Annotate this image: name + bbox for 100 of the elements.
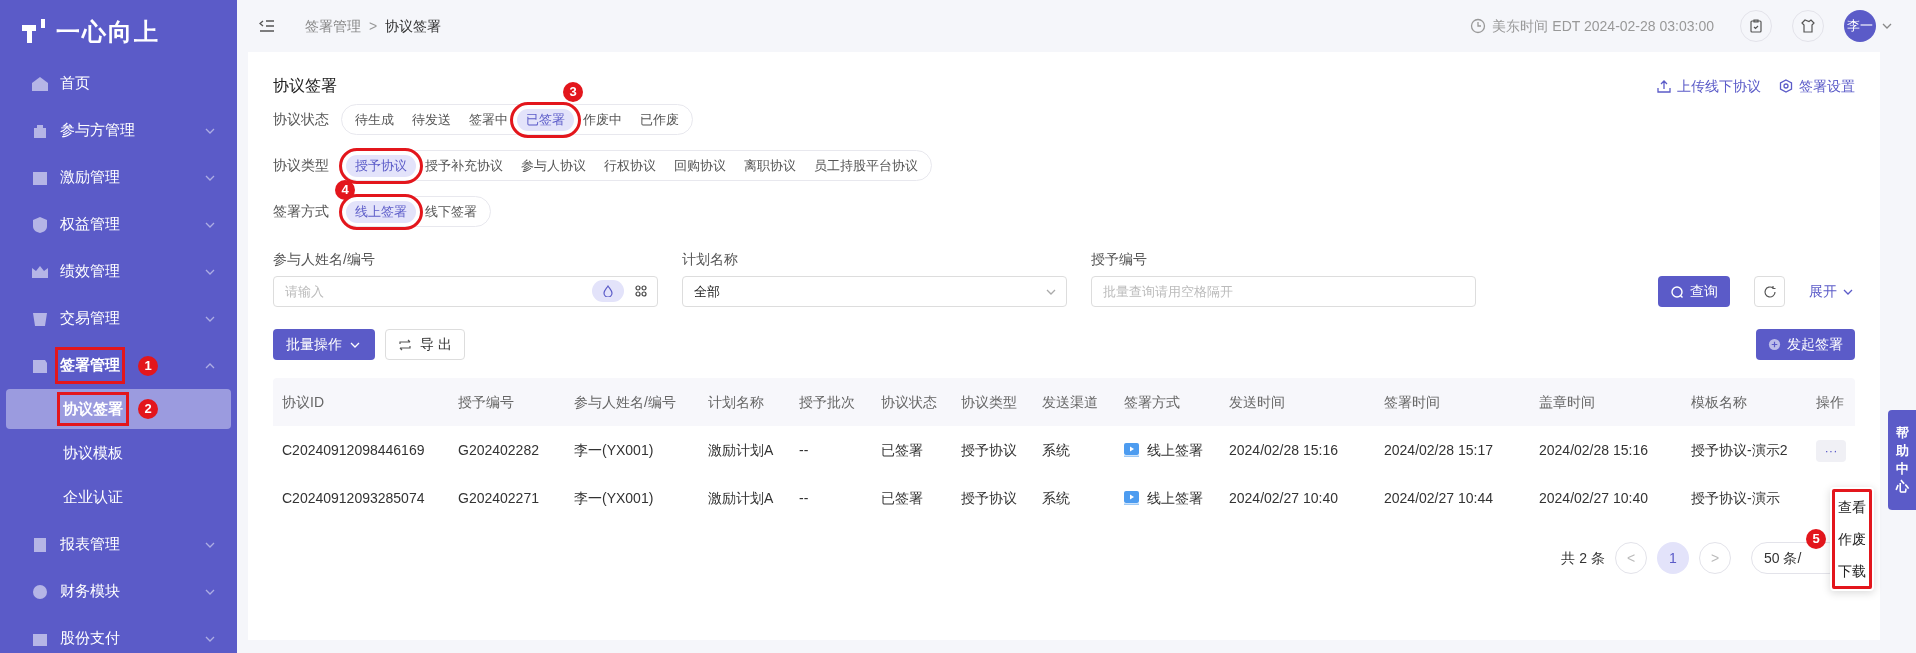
sidebar-item[interactable]: 签署管理 1 <box>0 342 237 389</box>
column-header: 协议状态 <box>880 392 938 412</box>
column-header: 发送渠道 <box>1041 392 1099 412</box>
search-icon <box>1670 284 1684 299</box>
sidebar-item[interactable]: 参与方管理 <box>0 107 237 154</box>
user-avatar[interactable]: 李一 <box>1844 10 1876 42</box>
filter-option[interactable]: 回购协议 <box>665 154 735 177</box>
settings-icon <box>1779 79 1793 93</box>
step-number-badge: 5 <box>1806 529 1826 549</box>
column-header: 授予批次 <box>798 392 856 412</box>
sidebar-item-label: 激励管理 <box>59 167 121 188</box>
filter-option[interactable]: 签署中 <box>460 108 517 131</box>
filter-option[interactable]: 离职协议 <box>735 154 805 177</box>
table-cell-text: -- <box>798 440 810 460</box>
table-cell-text: 授予协议 <box>960 488 1018 508</box>
sidebar-item-label: 参与方管理 <box>59 120 136 141</box>
field-label: 参与人姓名/编号 <box>273 250 376 269</box>
table-cell-text: 李一(YX001) <box>573 488 655 508</box>
drop-icon[interactable] <box>592 280 624 302</box>
table-cell-text: 2024/02/28 15:16 <box>1228 440 1339 460</box>
refresh-icon <box>1762 284 1777 299</box>
batch-button[interactable]: 批量操作 <box>273 329 375 360</box>
sidebar-item-label: 交易管理 <box>59 308 121 329</box>
header-link[interactable]: 上传线下协议 <box>1657 75 1761 97</box>
query-button[interactable]: 查询 <box>1658 276 1730 307</box>
start-signing-button[interactable]: 发起签署 <box>1756 329 1855 360</box>
column-header: 模板名称 <box>1690 392 1748 412</box>
sidebar-item[interactable]: 交易管理 <box>0 295 237 342</box>
logo-text: 一心向上 <box>56 17 160 47</box>
filter-option[interactable]: 员工持股平台协议 <box>805 154 927 177</box>
table-cell-text: G202402282 <box>457 440 540 460</box>
step-number-badge: 2 <box>138 399 158 419</box>
table-cell-text: 授予协议-演示2 <box>1690 440 1789 460</box>
breadcrumb-item[interactable]: 签署管理 <box>305 15 361 37</box>
reset-button[interactable] <box>1754 276 1785 307</box>
menu-item[interactable]: 查看 <box>1834 491 1870 523</box>
sidebar-item-label: 股份支付 <box>59 628 121 649</box>
filter-option[interactable]: 作废中 <box>574 108 631 131</box>
table-cell-text: C20240912098446169 <box>281 440 426 460</box>
upload-icon <box>1657 79 1671 93</box>
filter-option[interactable]: 行权协议 <box>595 154 665 177</box>
help-center-tab[interactable]: 帮助中心 <box>1888 410 1916 510</box>
filter-option[interactable]: 待生成 <box>346 108 403 131</box>
table-cell-text: -- <box>798 488 810 508</box>
column-header: 发送时间 <box>1228 392 1286 412</box>
sidebar-item[interactable]: 权益管理 <box>0 201 237 248</box>
table-cell-text: 2024/02/28 15:16 <box>1538 440 1649 460</box>
clipboard-icon <box>1748 18 1764 34</box>
sidebar-item[interactable]: 财务模块 <box>0 568 237 615</box>
table-cell-text: 授予协议-演示 <box>1690 488 1781 508</box>
select-field[interactable]: 全部 <box>682 276 1067 307</box>
menu-collapse-icon[interactable] <box>259 18 275 34</box>
export-button[interactable]: 导 出 <box>385 329 465 360</box>
table-cell-text: 激励计划A <box>707 440 775 460</box>
page-button[interactable]: 1 <box>1657 542 1689 574</box>
field-label: 计划名称 <box>682 250 739 269</box>
sidebar-item[interactable]: 股份支付 <box>0 615 237 653</box>
sidebar-item[interactable]: 首页 <box>0 60 237 107</box>
table-cell-text: 系统 <box>1041 440 1071 460</box>
filter-label: 签署方式 <box>273 202 330 221</box>
filter-option[interactable]: 待发送 <box>403 108 460 131</box>
sidebar-item-label: 财务模块 <box>59 581 121 602</box>
shield-icon <box>30 214 50 235</box>
table-cell-text: 已签署 <box>880 488 924 508</box>
column-header: 盖章时间 <box>1538 392 1596 412</box>
column-header: 签署方式 <box>1123 392 1181 412</box>
sidebar-item-label: 签署管理 <box>58 350 122 381</box>
grid-icon[interactable] <box>634 284 648 298</box>
column-header: 协议ID <box>281 392 325 412</box>
submenu-item[interactable]: 企业认证 <box>6 477 231 517</box>
submenu-item[interactable]: 协议模板 <box>6 433 231 473</box>
more-button[interactable]: ··· <box>1816 439 1846 462</box>
expand-link[interactable]: 展开 <box>1809 276 1855 307</box>
page-title: 协议签署 <box>273 76 337 96</box>
table-cell-text: G202402271 <box>457 488 540 508</box>
sidebar-item[interactable]: 报表管理 <box>0 521 237 568</box>
sidebar-item[interactable]: 激励管理 <box>0 154 237 201</box>
input-field[interactable]: 请输入 <box>273 276 658 307</box>
total-count: 共 2 条 <box>1561 548 1605 568</box>
header-link[interactable]: 签署设置 <box>1779 75 1855 97</box>
table-cell-text: 2024/02/28 15:17 <box>1383 440 1494 460</box>
input-field[interactable]: 批量查询请用空格隔开 <box>1091 276 1476 307</box>
column-header: 计划名称 <box>707 392 765 412</box>
filter-option[interactable]: 线下签署 <box>416 200 486 223</box>
table-cell-text: 2024/02/27 10:40 <box>1538 488 1649 508</box>
submenu-item-label: 企业认证 <box>62 487 124 507</box>
breadcrumb-separator: > <box>369 16 378 36</box>
filter-option[interactable]: 授予补充协议 <box>416 154 512 177</box>
filter-option[interactable]: 参与人协议 <box>512 154 595 177</box>
filter-label: 协议类型 <box>273 156 330 175</box>
table-cell-text: 李一(YX001) <box>573 440 655 460</box>
sidebar-item[interactable]: 绩效管理 <box>0 248 237 295</box>
submenu-item[interactable]: 协议签署 2 <box>6 389 231 429</box>
shirt-icon <box>1800 18 1816 34</box>
filter-label: 协议状态 <box>273 110 330 129</box>
filter-option[interactable]: 已作废 <box>631 108 688 131</box>
table-cell-text: 2024/02/27 10:44 <box>1383 488 1494 508</box>
logo-icon <box>22 19 48 45</box>
submenu-item-label: 协议签署 <box>60 395 126 423</box>
time-text: 美东时间 EDT 2024-02-28 03:03:00 <box>1492 16 1714 36</box>
